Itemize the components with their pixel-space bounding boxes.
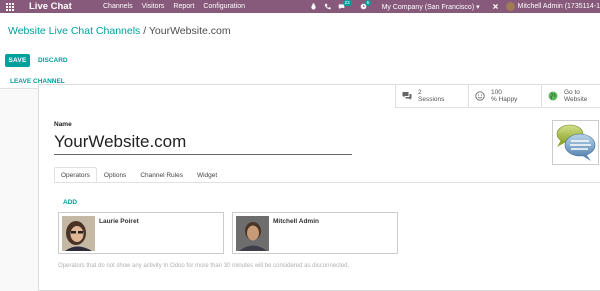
- discard-button[interactable]: DISCARD: [38, 54, 68, 67]
- tab-options[interactable]: Options: [97, 167, 133, 182]
- comments-icon: [402, 91, 412, 100]
- add-operator-button[interactable]: ADD: [63, 199, 77, 206]
- apps-menu-icon[interactable]: [6, 2, 20, 11]
- menu-visitors[interactable]: Visitors: [142, 3, 165, 10]
- tab-channel-rules[interactable]: Channel Rules: [133, 167, 190, 182]
- messages-icon[interactable]: 23: [338, 0, 352, 10]
- messages-badge: 23: [342, 0, 352, 6]
- operator-card[interactable]: Laurie Poiret: [58, 212, 224, 254]
- sessions-label: Sessions: [418, 95, 445, 103]
- main-menu: Channels Visitors Report Configuration: [103, 3, 254, 10]
- caret-down-icon: ▾: [476, 3, 480, 11]
- user-menu[interactable]: Mitchell Admin (1735114-1: [518, 3, 600, 10]
- form-sheet: [38, 84, 600, 291]
- save-button[interactable]: SAVE: [5, 54, 30, 67]
- happy-stat-button[interactable]: 100% Happy: [468, 84, 541, 107]
- operators-help-text: Operators that do not show any activity …: [58, 263, 350, 269]
- operator-card[interactable]: Mitchell Admin: [232, 212, 398, 254]
- breadcrumb-parent[interactable]: Website Live Chat Channels: [8, 25, 140, 37]
- company-switcher[interactable]: My Company (San Francisco) ▾: [382, 3, 480, 11]
- smile-icon: [475, 90, 485, 101]
- globe-icon: [548, 91, 558, 100]
- go-to-website-button[interactable]: Go to Website: [541, 84, 600, 107]
- bug-icon[interactable]: [310, 3, 317, 10]
- menu-channels[interactable]: Channels: [103, 3, 133, 10]
- top-navbar: Live Chat Channels Visitors Report Confi…: [0, 0, 600, 13]
- systray: 23 6 My Company (San Francisco) ▾ Mitche…: [310, 0, 600, 13]
- operator-name: Mitchell Admin: [273, 218, 319, 225]
- operator-avatar: [236, 216, 269, 251]
- happy-label: % Happy: [491, 95, 518, 103]
- happy-value: 100: [491, 88, 502, 96]
- activities-badge: 6: [364, 0, 372, 6]
- tab-operators[interactable]: Operators: [54, 167, 97, 182]
- smart-button-box: 2 Sessions 100% Happy Go to Website: [395, 84, 600, 108]
- name-field-label: Name: [54, 121, 72, 128]
- chat-bubbles-icon: [556, 124, 596, 161]
- breadcrumb: Website Live Chat Channels / YourWebsite…: [8, 25, 231, 37]
- website-label-2: Website: [564, 95, 588, 103]
- notebook-tabs: Operators Options Channel Rules Widget: [54, 167, 600, 183]
- operator-avatar: [62, 216, 95, 251]
- channel-image[interactable]: [552, 120, 599, 165]
- sessions-count: 2: [418, 88, 422, 96]
- breadcrumb-current: YourWebsite.com: [148, 25, 231, 37]
- company-name: My Company (San Francisco): [381, 3, 475, 11]
- website-label-1: Go to: [564, 88, 580, 96]
- name-field-input[interactable]: YourWebsite.com: [54, 131, 352, 155]
- phone-icon[interactable]: [324, 3, 331, 10]
- app-brand[interactable]: Live Chat: [29, 1, 103, 12]
- control-panel: Website Live Chat Channels / YourWebsite…: [0, 13, 600, 89]
- menu-report[interactable]: Report: [173, 3, 194, 10]
- menu-configuration[interactable]: Configuration: [203, 3, 245, 10]
- operator-name: Laurie Poiret: [99, 218, 139, 225]
- close-icon[interactable]: [492, 3, 499, 10]
- tab-widget[interactable]: Widget: [190, 167, 224, 182]
- user-avatar[interactable]: [505, 2, 515, 11]
- sessions-stat-button[interactable]: 2 Sessions: [395, 84, 468, 107]
- clock-icon[interactable]: 6: [360, 0, 372, 10]
- breadcrumb-separator: /: [143, 25, 147, 37]
